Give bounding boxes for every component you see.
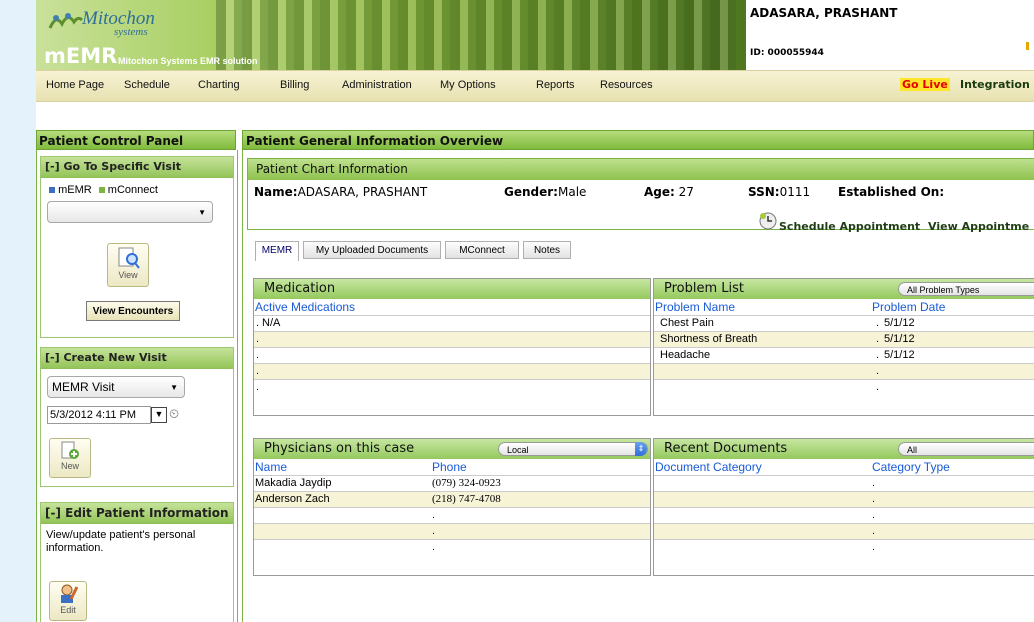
select-arrows-icon: ⇕ — [635, 442, 647, 456]
col-problem-name: Problem Name — [655, 300, 736, 314]
table-row[interactable]: . — [654, 491, 1034, 507]
left-panel-title: Patient Control Panel — [36, 130, 236, 150]
chevron-down-icon: ▼ — [170, 383, 178, 392]
view-appointments-link[interactable]: View Appointme — [928, 220, 1029, 233]
product-subtitle: Mitochon Systems EMR solution — [118, 56, 258, 66]
visit-type-select[interactable]: MEMR Visit ▼ — [47, 376, 185, 398]
problem-list-grid: Problem List All Problem Types Problem N… — [653, 278, 1034, 416]
age-field: Age: 27 — [644, 185, 694, 199]
tab-my-uploaded-documents[interactable]: My Uploaded Documents — [303, 241, 441, 259]
visit-legend: mEMR mConnect — [49, 184, 158, 196]
chevron-down-icon: ▼ — [198, 208, 206, 217]
table-row[interactable]: . — [254, 363, 650, 379]
col-problem-date: Problem Date — [872, 300, 946, 314]
medication-grid: Medication Active Medications . N/A . . .… — [253, 278, 651, 416]
mconnect-legend-swatch — [98, 187, 105, 193]
calendar-icon[interactable]: ▼ — [151, 407, 167, 423]
table-row[interactable]: Anderson Zach (218) 747-4708 — [254, 491, 650, 507]
col-physician-phone: Phone — [432, 460, 467, 474]
memr-legend-swatch — [49, 187, 55, 193]
visit-select[interactable]: ▼ — [47, 201, 213, 223]
mitochon-logo-icon — [48, 13, 84, 29]
table-row[interactable]: . — [654, 539, 1034, 555]
visit-datetime-input[interactable]: 5/3/2012 4:11 PM — [47, 406, 151, 424]
header-banner: Mitochon systems mEMR Mitochon Systems E… — [36, 0, 746, 70]
patient-control-panel: [-] Go To Specific Visit mEMR mConnect ▼… — [36, 150, 238, 622]
nav-schedule[interactable]: Schedule — [124, 79, 170, 91]
appointment-links: Schedule Appointment View Appointme — [779, 220, 1029, 233]
table-row[interactable]: . — [254, 539, 650, 555]
established-field: Established On: — [838, 185, 945, 199]
nav-administration[interactable]: Administration — [342, 79, 412, 91]
table-row[interactable]: . N/A — [254, 315, 650, 331]
view-visit-button[interactable]: View — [107, 243, 149, 287]
table-row[interactable]: Makadia Jaydip (079) 324-0923 — [254, 475, 650, 491]
col-physician-name: Name — [255, 460, 288, 474]
edit-user-icon — [61, 584, 79, 603]
problem-type-select[interactable]: All Problem Types — [898, 282, 1034, 296]
table-row[interactable]: . — [654, 379, 1034, 395]
go-to-visit-title[interactable]: [-] Go To Specific Visit — [41, 157, 233, 178]
go-live-link[interactable]: Go Live — [900, 78, 950, 91]
col-active-medications: Active Medications — [255, 300, 356, 314]
patient-overview-panel: Patient Chart Information Name:ADASARA, … — [242, 150, 1034, 622]
chart-info-title: Patient Chart Information — [248, 159, 1034, 180]
tab-memr[interactable]: MEMR — [255, 241, 299, 261]
tab-notes[interactable]: Notes — [523, 241, 571, 259]
nav-my-options[interactable]: My Options — [440, 79, 496, 91]
document-filter-select[interactable]: All — [898, 442, 1034, 456]
ssn-field: SSN:0111 — [748, 185, 811, 199]
gender-field: Gender:Male — [504, 185, 587, 199]
table-row[interactable]: Chest Pain. 5/1/12 — [654, 315, 1034, 331]
header-patient-name: ADASARA, PRASHANT — [750, 6, 898, 20]
schedule-appointment-link[interactable]: Schedule Appointment — [779, 220, 920, 233]
edit-patient-box: [-] Edit Patient Information View/update… — [40, 502, 234, 622]
nav-resources[interactable]: Resources — [600, 79, 653, 91]
go-to-visit-box: [-] Go To Specific Visit mEMR mConnect ▼… — [40, 156, 234, 338]
header: Mitochon systems mEMR Mitochon Systems E… — [36, 0, 1034, 70]
create-visit-title[interactable]: [-] Create New Visit — [41, 348, 233, 369]
nav-home-page[interactable]: Home Page — [46, 79, 104, 91]
table-row[interactable]: . — [654, 363, 1034, 379]
main-nav: Home Page Schedule Charting Billing Admi… — [36, 70, 1034, 102]
table-row[interactable]: . — [254, 523, 650, 539]
new-document-icon — [61, 441, 79, 459]
table-row[interactable]: Headache. 5/1/12 — [654, 347, 1034, 363]
table-row[interactable]: . — [254, 379, 650, 395]
physician-scope-select[interactable]: Local ⇕ — [498, 442, 648, 456]
create-visit-box: [-] Create New Visit MEMR Visit ▼ 5/3/20… — [40, 347, 234, 487]
nav-billing[interactable]: Billing — [280, 79, 309, 91]
edit-patient-button[interactable]: Edit — [49, 581, 87, 621]
product-name: mEMR — [44, 44, 118, 68]
table-row[interactable]: . — [254, 331, 650, 347]
edit-patient-title[interactable]: [-] Edit Patient Information — [41, 503, 233, 524]
table-row[interactable]: Shortness of Breath. 5/1/12 — [654, 331, 1034, 347]
medication-title: Medication — [254, 279, 650, 299]
clock-icon[interactable]: ⏲ — [169, 406, 179, 422]
logo-subtitle: systems — [114, 26, 148, 38]
nav-charting[interactable]: Charting — [198, 79, 240, 91]
view-document-icon — [118, 247, 140, 269]
recent-documents-grid: Recent Documents All Document Category C… — [653, 438, 1034, 576]
table-row[interactable]: . — [654, 507, 1034, 523]
name-field: Name:ADASARA, PRASHANT — [254, 185, 428, 199]
edit-patient-description: View/update patient's personal informati… — [46, 529, 196, 554]
header-patient-id: ID: 000055944 — [750, 48, 824, 58]
table-row[interactable]: . — [654, 523, 1034, 539]
new-visit-button[interactable]: New — [49, 438, 91, 478]
physicians-grid: Physicians on this case Local ⇕ Name Phon… — [253, 438, 651, 576]
view-encounters-button[interactable]: View Encounters — [86, 301, 180, 321]
main-panel-title: Patient General Information Overview — [242, 130, 1034, 150]
clock-icon — [759, 212, 777, 230]
col-category-type: Category Type — [872, 460, 950, 474]
table-row[interactable]: . — [254, 347, 650, 363]
app-window: Mitochon systems mEMR Mitochon Systems E… — [36, 0, 1034, 622]
table-row[interactable]: . — [654, 475, 1034, 491]
nav-reports[interactable]: Reports — [536, 79, 575, 91]
integration-link[interactable]: Integration — [960, 78, 1030, 91]
table-row[interactable]: . — [254, 507, 650, 523]
tab-mconnect[interactable]: MConnect — [445, 241, 519, 259]
col-document-category: Document Category — [655, 460, 762, 474]
